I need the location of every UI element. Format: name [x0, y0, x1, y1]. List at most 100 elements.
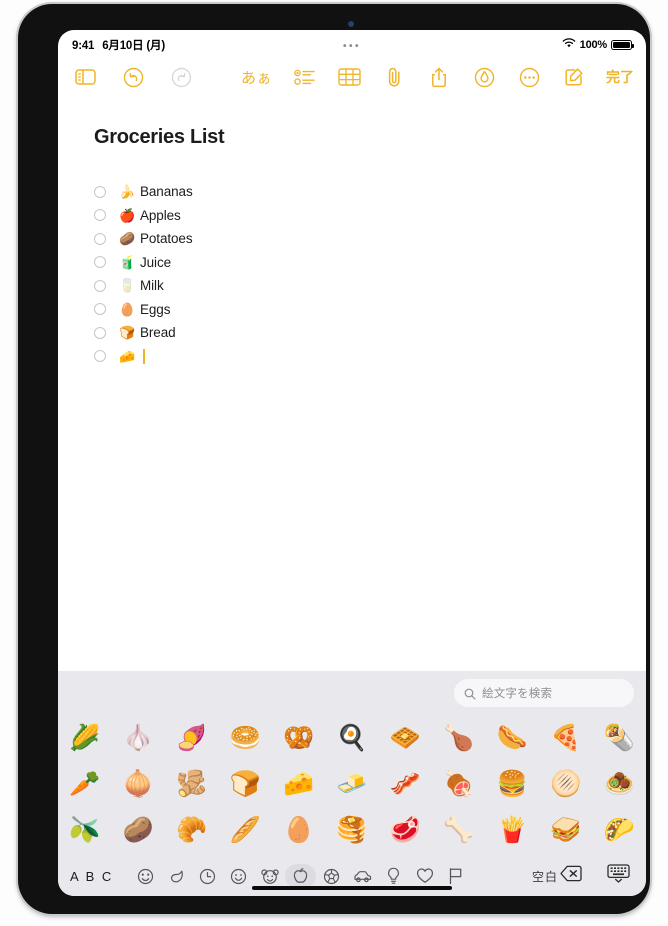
emoji-key[interactable]: 🥐 — [176, 817, 207, 843]
category-frequent[interactable] — [161, 864, 192, 888]
category-animals[interactable] — [254, 864, 285, 888]
checklist-item-emoji: 🥚 — [119, 301, 136, 317]
page-title: Groceries List — [94, 126, 225, 148]
smiley-face-icon — [230, 868, 247, 885]
checklist-row[interactable]: 🍌 Bananas — [94, 180, 514, 204]
emoji-key[interactable]: 🥖 — [230, 817, 261, 843]
checklist-checkbox[interactable] — [94, 350, 106, 363]
emoji-key[interactable]: 🍠 — [176, 725, 207, 751]
done-button[interactable]: 完了 — [606, 64, 634, 90]
delete-backward-icon[interactable] — [560, 865, 582, 887]
checklist-row[interactable]: 🥔 Potatoes — [94, 227, 514, 251]
heart-icon — [416, 868, 434, 884]
checklist-button[interactable] — [291, 64, 317, 90]
emoji-search-placeholder: 絵文字を検索 — [482, 688, 553, 700]
category-food[interactable] — [285, 864, 316, 888]
emoji-key[interactable]: 🌽 — [69, 725, 100, 751]
category-symbols[interactable] — [409, 864, 440, 888]
checklist-checkbox[interactable] — [94, 326, 106, 339]
animal-paw-icon — [260, 868, 279, 885]
checklist-checkbox[interactable] — [94, 209, 106, 222]
emoji-key[interactable]: 🍗 — [443, 725, 474, 751]
checklist-row[interactable]: 🧃 Juice — [94, 251, 514, 275]
emoji-key[interactable]: 🌭 — [497, 725, 528, 751]
note-body[interactable]: Groceries List 🍌 Bananas 🍎 Apples 🥔 Potatoes 🧃… — [58, 100, 646, 671]
ball-icon — [323, 868, 340, 885]
emoji-key[interactable]: 🧇 — [390, 725, 421, 751]
abc-key[interactable]: A B C — [70, 869, 113, 884]
clock-icon — [199, 868, 216, 885]
emoji-key[interactable]: 🥕 — [69, 771, 100, 797]
notes-toolbar: あぁ 完了 — [58, 60, 646, 100]
emoji-key[interactable]: 🧅 — [123, 771, 154, 797]
status-date: 6月10日 (月) — [102, 40, 165, 52]
redo-button[interactable] — [168, 64, 194, 90]
emoji-key[interactable]: 🥚 — [283, 817, 314, 843]
emoji-key[interactable]: 🥨 — [283, 725, 314, 751]
emoji-key[interactable]: 🫚 — [176, 771, 207, 797]
checklist-checkbox[interactable] — [94, 279, 106, 292]
checklist-item-emoji: 🥛 — [119, 278, 136, 294]
emoji-key[interactable]: 🧆 — [604, 771, 635, 797]
flag-icon — [448, 867, 463, 885]
markup-button[interactable] — [471, 64, 497, 90]
emoji-key[interactable]: 🧄 — [123, 725, 154, 751]
checklist-row[interactable]: 🍎 Apples — [94, 204, 514, 228]
wifi-icon — [562, 38, 576, 52]
category-flags[interactable] — [440, 864, 471, 888]
checklist-item-label: Juice — [140, 254, 172, 270]
table-button[interactable] — [336, 64, 362, 90]
category-recents[interactable] — [130, 864, 161, 888]
checklist-item-emoji: 🥔 — [119, 231, 136, 247]
emoji-key[interactable]: 🍕 — [550, 725, 581, 751]
emoji-key[interactable]: 🧈 — [336, 771, 367, 797]
status-time: 9:41 — [72, 40, 95, 52]
checklist-row[interactable]: 🥚 Eggs — [94, 298, 514, 322]
emoji-key[interactable]: 🥔 — [123, 817, 154, 843]
status-bar-right: 100% — [562, 38, 634, 52]
multitasking-dots-icon[interactable]: ••• — [343, 42, 361, 52]
category-activity[interactable] — [316, 864, 347, 888]
emoji-key[interactable]: 🥯 — [230, 725, 261, 751]
checklist-checkbox[interactable] — [94, 303, 106, 316]
emoji-key[interactable]: 🍖 — [443, 771, 474, 797]
emoji-key[interactable]: 🦴 — [443, 817, 474, 843]
emoji-key[interactable]: 🍔 — [497, 771, 528, 797]
home-indicator[interactable] — [252, 886, 452, 890]
category-clock[interactable] — [192, 864, 223, 888]
emoji-key[interactable]: 🌯 — [604, 725, 635, 751]
battery-full-icon — [611, 40, 634, 50]
checklist-row[interactable]: 🍞 Bread — [94, 321, 514, 345]
category-travel[interactable] — [347, 864, 378, 888]
checklist-checkbox[interactable] — [94, 256, 106, 269]
emoji-key[interactable]: 🌮 — [604, 817, 635, 843]
checklist-row[interactable]: 🥛 Milk — [94, 274, 514, 298]
more-button[interactable] — [516, 64, 542, 90]
share-button[interactable] — [426, 64, 452, 90]
checklist-checkbox[interactable] — [94, 185, 106, 198]
checklist-item-emoji: 🍞 — [119, 325, 136, 341]
category-objects[interactable] — [378, 864, 409, 888]
emoji-search-input[interactable]: 絵文字を検索 — [454, 679, 634, 707]
undo-button[interactable] — [120, 64, 146, 90]
attach-button[interactable] — [381, 64, 407, 90]
emoji-key[interactable]: 🍟 — [497, 817, 528, 843]
dismiss-keyboard-icon[interactable] — [607, 864, 630, 888]
emoji-key[interactable]: 🥞 — [336, 817, 367, 843]
emoji-key[interactable]: 🥩 — [390, 817, 421, 843]
compose-button[interactable] — [561, 64, 587, 90]
sidebar-toggle-button[interactable] — [72, 64, 98, 90]
checklist-checkbox[interactable] — [94, 232, 106, 245]
category-smileys[interactable] — [223, 864, 254, 888]
emoji-key[interactable]: 🥪 — [550, 817, 581, 843]
emoji-key[interactable]: 🧀 — [283, 771, 314, 797]
emoji-key[interactable]: 🍞 — [230, 771, 261, 797]
checklist-row[interactable]: 🧀 — [94, 345, 514, 369]
emoji-key[interactable]: 🫒 — [69, 817, 100, 843]
emoji-key[interactable]: 🥓 — [390, 771, 421, 797]
format-button[interactable]: あぁ — [241, 64, 272, 90]
space-key[interactable]: 空白 — [532, 868, 558, 885]
emoji-key[interactable]: 🍳 — [336, 725, 367, 751]
emoji-key[interactable]: 🫓 — [550, 771, 581, 797]
toolbar-right-group: あぁ 完了 — [241, 64, 634, 90]
